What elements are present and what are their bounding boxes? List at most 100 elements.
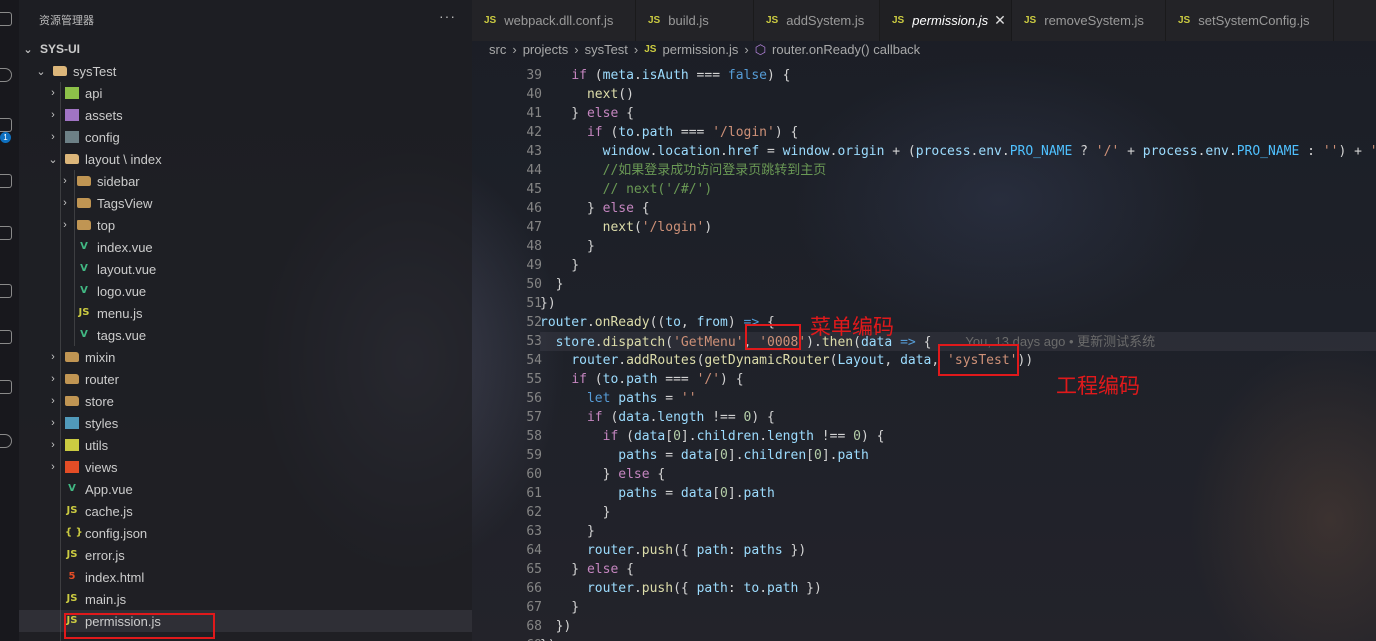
tree-item[interactable]: { } config.json [19,522,472,544]
tree-item[interactable]: › assets [19,104,472,126]
tree-item[interactable]: › router [19,368,472,390]
code-line[interactable]: } [540,256,579,275]
tree-item[interactable]: Vlogo.vue [19,280,472,302]
code-editor[interactable]: 39 if (meta.isAuth === false) {40 next()… [472,66,1376,641]
workspace-root[interactable]: ⌄ SYS-UI [19,38,472,60]
code-token: () [618,87,634,102]
code-line[interactable]: }) [540,636,556,641]
code-line[interactable]: next('/login') [540,218,713,237]
breadcrumb-item[interactable]: sysTest [585,42,628,57]
tree-item[interactable]: › views [19,456,472,478]
code-line[interactable]: } [540,503,611,522]
code-token: = [657,448,681,463]
tree-item[interactable]: › utils [19,434,472,456]
code-token: { [618,106,634,121]
code-line[interactable]: } [540,275,564,294]
code-token: . [633,543,642,558]
code-line[interactable]: router.push({ path: paths }) [540,541,806,560]
code-line[interactable]: if (data.length !== 0) { [540,408,775,427]
code-line[interactable]: //如果登录成功访问登录页跳转到主页 [540,161,827,180]
line-number: 54 [526,353,542,368]
history-icon[interactable] [0,434,12,448]
tree-item[interactable]: › sidebar [19,170,472,192]
code-line[interactable]: if (meta.isAuth === false) { [540,66,790,85]
code-token: { [649,467,666,482]
search-icon[interactable] [0,68,12,82]
tab-build-js[interactable]: JS build.js [636,0,754,41]
code-line[interactable]: if (to.path === '/login') { [540,123,798,142]
tree-item[interactable]: Vindex.vue [19,236,472,258]
code-line[interactable]: }) [540,294,556,313]
code-token: . [759,581,768,596]
tree-item[interactable]: ⌄ layout \ index [19,148,472,170]
breadcrumb-file[interactable]: permission.js [662,42,738,57]
folder-icon [65,396,79,406]
tree-item[interactable]: › config [19,126,472,148]
tree-item[interactable]: V App.vue [19,478,472,500]
tab-webpack-dll-conf-js[interactable]: JS webpack.dll.conf.js [472,0,636,41]
code-line[interactable]: let paths = '' [540,389,697,408]
code-token: env [978,144,1002,159]
code-line[interactable]: paths = data[0].path [540,484,775,503]
breadcrumb-item[interactable]: projects [523,42,569,57]
breadcrumb-item[interactable]: src [489,42,506,57]
tree-item[interactable]: › TagsView [19,192,472,214]
code-line[interactable]: } else { [540,199,650,218]
more-actions-icon[interactable]: ··· [439,8,456,24]
code-token: '/#/login' [1370,144,1376,159]
code-line[interactable]: router.push({ path: to.path }) [540,579,822,598]
code-line[interactable]: paths = data[0].children[0].path [540,446,869,465]
tree-item[interactable]: Vlayout.vue [19,258,472,280]
tree-item[interactable]: 5 index.html [19,566,472,588]
tree-item-label: utils [85,437,109,453]
docker-icon[interactable] [0,330,12,344]
code-line[interactable]: } else { [540,104,634,123]
code-token: , [680,315,697,330]
tab-setSystemConfig-js[interactable]: JS setSystemConfig.js [1166,0,1334,41]
tree-item[interactable]: ⌄ sysTest [19,60,472,82]
chevron-right-icon: › [51,131,55,143]
code-line[interactable]: }) [540,617,572,636]
source-control-icon[interactable] [0,118,12,132]
code-line[interactable]: } [540,237,595,256]
close-icon[interactable]: ✕ [994,12,1006,29]
code-line[interactable]: } else { [540,560,634,579]
tree-item[interactable]: › top [19,214,472,236]
remote-explorer-icon[interactable] [0,284,12,298]
extensions-icon[interactable] [0,226,12,240]
code-line[interactable]: if (to.path === '/') { [540,370,743,389]
chevron-right-icon: › [633,42,639,57]
tree-item-label: views [85,459,118,475]
vue-icon: V [80,263,88,274]
code-line[interactable]: // next('/#/') [540,180,713,199]
tab-permission-js[interactable]: JS permission.js ✕ [880,0,1012,41]
tree-item[interactable]: JS cache.js [19,500,472,522]
code-line[interactable]: router.onReady((to, from) => { [540,313,775,332]
files-icon[interactable] [0,12,12,26]
tree-item[interactable]: Vtags.vue [19,324,472,346]
breadcrumb-symbol[interactable]: router.onReady() callback [772,42,920,57]
tree-item[interactable]: JS main.js [19,588,472,610]
code-line[interactable]: next() [540,85,634,104]
tab-label: permission.js [912,13,989,28]
code-line[interactable]: } [540,522,595,541]
tree-item[interactable]: JS error.js [19,544,472,566]
tab-removeSystem-js[interactable]: JS removeSystem.js [1012,0,1166,41]
tree-item[interactable]: JS menu.js [19,302,472,324]
code-line[interactable]: } else { [540,465,666,484]
code-line[interactable]: if (data[0].children.length !== 0) { [540,427,885,446]
code-line[interactable]: } [540,598,579,617]
tree-item[interactable]: › mixin [19,346,472,368]
tree-item[interactable]: › styles [19,412,472,434]
code-line[interactable]: window.location.href = window.origin + (… [540,142,1376,161]
tree-item[interactable]: › api [19,82,472,104]
tree-item[interactable]: › store [19,390,472,412]
tab-addSystem-js[interactable]: JS addSystem.js [754,0,880,41]
line-number: 57 [526,410,542,425]
run-debug-icon[interactable] [0,174,12,188]
method-icon: ⬡ [754,41,767,57]
notes-icon[interactable] [0,380,12,394]
code-token: '/login' [641,220,705,235]
chevron-right-icon: › [51,109,55,121]
